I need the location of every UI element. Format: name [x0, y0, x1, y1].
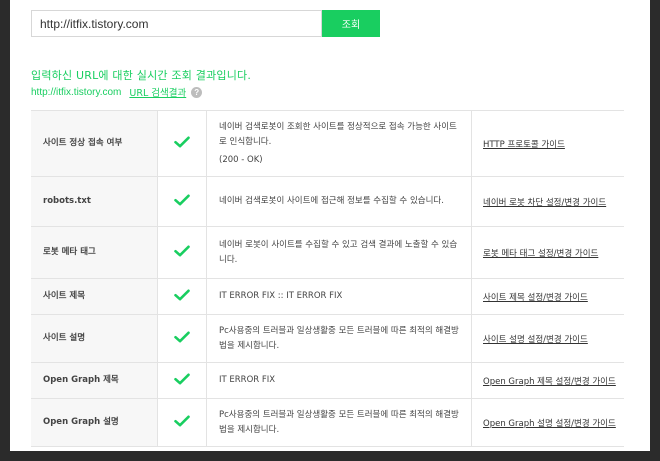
guide-link[interactable]: 네이버 로봇 차단 설정/변경 가이드: [483, 198, 606, 208]
row-description: 네이버 로봇이 사이트를 수집할 수 있고 검색 결과에 노출할 수 있습니다.: [206, 226, 472, 279]
table-row: 사이트 제목 IT ERROR FIX :: IT ERROR FIX 사이트 제목…: [31, 278, 624, 315]
table-row: 사이트 정상 접속 여부 네이버 검색로봇이 조회한 사이트를 정상적으로 접속 …: [31, 110, 624, 177]
check-icon: [174, 136, 190, 148]
submit-button[interactable]: 조회: [322, 10, 380, 37]
results-table: 사이트 정상 접속 여부 네이버 검색로봇이 조회한 사이트를 정상적으로 접속 …: [31, 110, 624, 447]
help-icon[interactable]: ?: [191, 86, 203, 98]
status-cell: [157, 226, 207, 279]
url-search-result-link[interactable]: URL 검색결과: [129, 85, 186, 99]
row-label: 사이트 설명: [31, 314, 158, 363]
row-label: Open Graph 제목: [31, 362, 158, 399]
page-frame: 조회 입력하신 URL에 대한 실시간 조회 결과입니다. http://itf…: [10, 0, 650, 451]
row-description: IT ERROR FIX: [206, 362, 472, 399]
row-label: 사이트 제목: [31, 278, 158, 315]
description-text: Pc사용중의 트러블과 일상생활중 모든 트러블에 따른 최적의 해결방법을 제…: [219, 325, 459, 351]
status-cell: [157, 362, 207, 399]
table-row: 사이트 설명 Pc사용중의 트러블과 일상생활중 모든 트러블에 따른 최적의 해…: [31, 314, 624, 363]
row-description: Pc사용중의 트러블과 일상생활중 모든 트러블에 따른 최적의 해결방법을 제…: [206, 398, 472, 447]
row-description: Pc사용중의 트러블과 일상생활중 모든 트러블에 따른 최적의 해결방법을 제…: [206, 314, 472, 363]
result-url-line: http://itfix.tistory.com URL 검색결과 ?: [31, 85, 203, 99]
row-description: 네이버 검색로봇이 사이트에 접근해 정보를 수집할 수 있습니다.: [206, 176, 472, 227]
description-text: IT ERROR FIX :: IT ERROR FIX: [219, 291, 343, 301]
description-text: 네이버 로봇이 사이트를 수집할 수 있고 검색 결과에 노출할 수 있습니다.: [219, 239, 458, 265]
result-url: http://itfix.tistory.com: [31, 86, 122, 98]
guide-link[interactable]: Open Graph 제목 설정/변경 가이드: [483, 377, 616, 387]
status-cell: [157, 278, 207, 315]
guide-cell: 사이트 설명 설정/변경 가이드: [471, 314, 624, 363]
guide-link[interactable]: 사이트 설명 설정/변경 가이드: [483, 335, 588, 345]
check-icon: [174, 373, 190, 385]
guide-link[interactable]: HTTP 프로토콜 가이드: [483, 140, 565, 150]
guide-link[interactable]: 로봇 메타 태그 설정/변경 가이드: [483, 249, 598, 259]
row-label: Open Graph 설명: [31, 398, 158, 447]
table-row: Open Graph 설명 Pc사용중의 트러블과 일상생활중 모든 트러블에 따…: [31, 398, 624, 447]
row-description: IT ERROR FIX :: IT ERROR FIX: [206, 278, 472, 315]
guide-cell: 로봇 메타 태그 설정/변경 가이드: [471, 226, 624, 279]
status-cell: [157, 314, 207, 363]
guide-cell: HTTP 프로토콜 가이드: [471, 110, 624, 177]
description-text: 네이버 검색로봇이 조회한 사이트를 정상적으로 접속 가능한 사이트로 인식합…: [219, 121, 457, 147]
row-description: 네이버 검색로봇이 조회한 사이트를 정상적으로 접속 가능한 사이트로 인식합…: [206, 110, 472, 177]
table-row: Open Graph 제목 IT ERROR FIX Open Graph 제목 설…: [31, 362, 624, 399]
status-cell: [157, 398, 207, 447]
guide-cell: Open Graph 설명 설정/변경 가이드: [471, 398, 624, 447]
row-label: robots.txt: [31, 176, 158, 227]
guide-link[interactable]: Open Graph 설명 설정/변경 가이드: [483, 419, 616, 429]
guide-cell: 사이트 제목 설정/변경 가이드: [471, 278, 624, 315]
check-icon: [174, 415, 190, 427]
status-cell: [157, 176, 207, 227]
row-label: 사이트 정상 접속 여부: [31, 110, 158, 177]
row-label: 로봇 메타 태그: [31, 226, 158, 279]
result-heading: 입력하신 URL에 대한 실시간 조회 결과입니다.: [31, 69, 252, 82]
url-input[interactable]: [31, 10, 322, 37]
guide-cell: 네이버 로봇 차단 설정/변경 가이드: [471, 176, 624, 227]
status-cell: [157, 110, 207, 177]
description-text: Pc사용중의 트러블과 일상생활중 모든 트러블에 따른 최적의 해결방법을 제…: [219, 409, 459, 435]
description-text: 네이버 검색로봇이 사이트에 접근해 정보를 수집할 수 있습니다.: [219, 196, 444, 206]
guide-cell: Open Graph 제목 설정/변경 가이드: [471, 362, 624, 399]
check-icon: [174, 289, 190, 301]
table-row: robots.txt 네이버 검색로봇이 사이트에 접근해 정보를 수집할 수 있…: [31, 176, 624, 227]
check-icon: [174, 194, 190, 206]
description-text: IT ERROR FIX: [219, 375, 276, 385]
check-icon: [174, 245, 190, 257]
table-row: 로봇 메타 태그 네이버 로봇이 사이트를 수집할 수 있고 검색 결과에 노출할…: [31, 226, 624, 279]
status-code-text: (200 - OK): [219, 154, 263, 165]
guide-link[interactable]: 사이트 제목 설정/변경 가이드: [483, 293, 588, 303]
check-icon: [174, 331, 190, 343]
